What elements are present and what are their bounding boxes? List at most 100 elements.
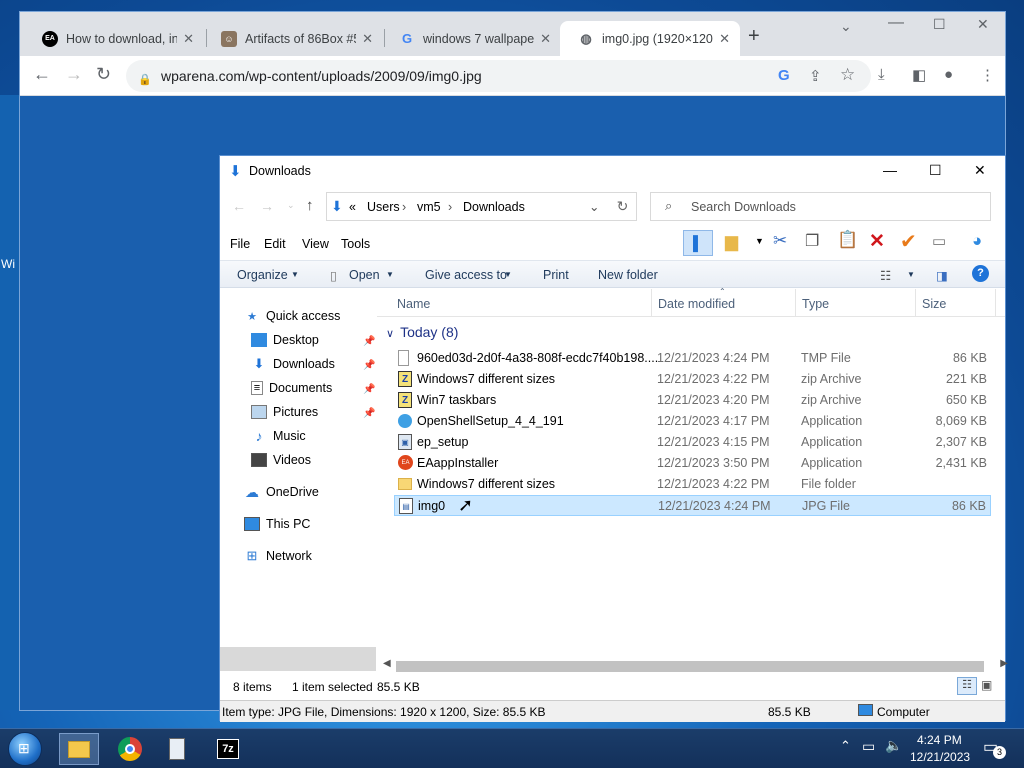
- tab-search-icon[interactable]: ⌄: [840, 18, 852, 35]
- scroll-right-icon[interactable]: ▶: [1000, 658, 1008, 669]
- tab-google[interactable]: G windows 7 wallpaper ✕: [381, 21, 561, 56]
- list-item[interactable]: Windows7 different sizes 12/21/2023 4:22…: [394, 474, 991, 495]
- address-bar[interactable]: ⬇ « Users › vm5 › Downloads ⌄: [326, 192, 637, 221]
- close-button[interactable]: ✕: [974, 162, 986, 179]
- refresh-button[interactable]: ↻: [609, 192, 637, 221]
- tab-ea[interactable]: EA How to download, in ✕: [24, 21, 204, 56]
- pin-icon[interactable]: 📌: [363, 408, 375, 419]
- bookmark-star-icon[interactable]: ☆: [840, 65, 855, 85]
- chevron-right-icon[interactable]: ›: [448, 200, 452, 214]
- download-icon[interactable]: ⤓: [878, 66, 885, 83]
- menu-file[interactable]: File: [230, 237, 250, 251]
- nav-documents[interactable]: ≡ Documents: [251, 381, 332, 395]
- preview-pane-icon[interactable]: ◨: [936, 268, 948, 283]
- organize-button[interactable]: Organize: [237, 268, 288, 282]
- maximize-button[interactable]: ☐: [929, 162, 942, 179]
- nav-videos[interactable]: Videos: [251, 453, 311, 467]
- chevron-down-icon[interactable]: ▼: [755, 236, 764, 246]
- omnibox[interactable]: 🔒 wparena.com/wp-content/uploads/2009/09…: [126, 60, 871, 92]
- nav-this-pc[interactable]: This PC: [244, 517, 310, 531]
- internet-options-icon[interactable]: ◕: [972, 231, 982, 251]
- chevron-right-icon[interactable]: ›: [402, 200, 406, 214]
- menu-edit[interactable]: Edit: [264, 237, 286, 251]
- scroll-thumb[interactable]: [396, 661, 984, 672]
- column-type[interactable]: Type: [802, 297, 829, 311]
- column-name[interactable]: Name: [397, 297, 430, 311]
- pin-icon[interactable]: 📌: [363, 360, 375, 371]
- chevron-down-icon[interactable]: ▼: [386, 270, 394, 279]
- google-lens-icon[interactable]: G: [778, 67, 790, 84]
- chevron-down-icon[interactable]: ▼: [291, 270, 299, 279]
- scroll-left-icon[interactable]: ◀: [383, 658, 391, 669]
- close-icon[interactable]: ✕: [540, 31, 551, 47]
- properties-check-icon[interactable]: ✔: [900, 229, 917, 254]
- nav-desktop[interactable]: Desktop: [251, 333, 319, 347]
- back-button[interactable]: ←: [33, 64, 51, 85]
- side-panel-icon[interactable]: ◧: [912, 66, 926, 84]
- list-item[interactable]: 960ed03d-2d0f-4a38-808f-ecdc7f40b198....…: [394, 348, 991, 369]
- tab-86box[interactable]: ☺ Artifacts of 86Box #5 ✕: [203, 21, 383, 56]
- list-item[interactable]: Z Windows7 different sizes 12/21/2023 4:…: [394, 369, 991, 390]
- minimize-button[interactable]: —: [888, 14, 904, 32]
- nav-music[interactable]: ♪ Music: [251, 428, 306, 444]
- nav-quick-access[interactable]: ★ Quick access: [244, 309, 340, 323]
- pin-icon[interactable]: 📌: [363, 384, 375, 395]
- profile-icon[interactable]: ●: [944, 66, 953, 83]
- share-icon[interactable]: ⇪: [809, 67, 822, 85]
- menu-icon[interactable]: ⋮: [980, 66, 995, 84]
- copy-icon[interactable]: ❐: [805, 231, 819, 251]
- menu-view[interactable]: View: [302, 237, 329, 251]
- lock-icon[interactable]: 🔒: [138, 73, 152, 86]
- paste-icon[interactable]: 📋: [837, 230, 858, 250]
- taskbar-notepad[interactable]: [157, 733, 197, 765]
- new-folder-button[interactable]: New folder: [598, 268, 658, 282]
- back-arrow-icon[interactable]: ←: [232, 198, 246, 214]
- breadcrumb-users[interactable]: Users: [367, 200, 400, 214]
- maximize-button[interactable]: ☐: [933, 16, 946, 33]
- give-access-button[interactable]: Give access to: [425, 268, 507, 282]
- recent-dropdown-icon[interactable]: ⌄: [287, 200, 295, 211]
- up-arrow-icon[interactable]: ↑: [306, 197, 314, 214]
- network-tray-icon[interactable]: ▭: [862, 738, 875, 755]
- chevron-down-icon[interactable]: ⌄: [589, 199, 599, 214]
- navigation-pane-icon[interactable]: ▌: [683, 230, 713, 256]
- start-button[interactable]: ⊞: [8, 732, 42, 766]
- nav-downloads[interactable]: ⬇ Downloads: [251, 356, 335, 371]
- column-divider[interactable]: [795, 289, 796, 317]
- breadcrumb-vm5[interactable]: vm5: [417, 200, 441, 214]
- open-button[interactable]: Open: [349, 268, 380, 282]
- list-item[interactable]: ▣ ep_setup 12/21/2023 4:15 PM Applicatio…: [394, 432, 991, 453]
- tab-img0[interactable]: ◍ img0.jpg (1920×1200 ✕: [560, 21, 740, 56]
- new-tab-button[interactable]: +: [748, 25, 760, 48]
- breadcrumb-downloads[interactable]: Downloads: [463, 200, 525, 214]
- taskbar-explorer[interactable]: [59, 733, 99, 765]
- menu-tools[interactable]: Tools: [341, 237, 370, 251]
- list-item[interactable]: EA EAappInstaller 12/21/2023 3:50 PM App…: [394, 453, 991, 474]
- list-item[interactable]: OpenShellSetup_4_4_191 12/21/2023 4:17 P…: [394, 411, 991, 432]
- forward-button[interactable]: →: [65, 64, 83, 85]
- help-icon[interactable]: ?: [972, 265, 989, 282]
- breadcrumb-overflow[interactable]: «: [349, 200, 356, 214]
- url-text[interactable]: wparena.com/wp-content/uploads/2009/09/i…: [161, 68, 482, 84]
- group-header-today[interactable]: ∨ Today (8): [386, 324, 458, 340]
- pin-icon[interactable]: 📌: [363, 336, 375, 347]
- column-divider[interactable]: [915, 289, 916, 317]
- taskbar-chrome[interactable]: [110, 733, 150, 765]
- column-size[interactable]: Size: [922, 297, 946, 311]
- rename-icon[interactable]: ▭: [932, 232, 946, 250]
- clock-time[interactable]: 4:24 PM: [917, 733, 962, 747]
- clock-date[interactable]: 12/21/2023: [910, 750, 970, 764]
- view-options-icon[interactable]: ☷: [880, 268, 891, 283]
- close-window-button[interactable]: ✕: [977, 16, 989, 33]
- chevron-up-icon[interactable]: ⌃: [840, 738, 851, 754]
- close-icon[interactable]: ✕: [719, 31, 730, 47]
- volume-muted-icon[interactable]: 🔈: [885, 737, 902, 754]
- folder-icon[interactable]: ▆: [725, 232, 738, 252]
- nav-network[interactable]: ⊞ Network: [244, 548, 312, 563]
- column-divider[interactable]: [995, 289, 996, 317]
- forward-arrow-icon[interactable]: →: [260, 198, 274, 214]
- nav-onedrive[interactable]: ☁ OneDrive: [244, 484, 319, 500]
- chevron-down-icon[interactable]: ▼: [907, 270, 915, 279]
- delete-icon[interactable]: ✕: [869, 230, 885, 253]
- close-icon[interactable]: ✕: [362, 31, 373, 47]
